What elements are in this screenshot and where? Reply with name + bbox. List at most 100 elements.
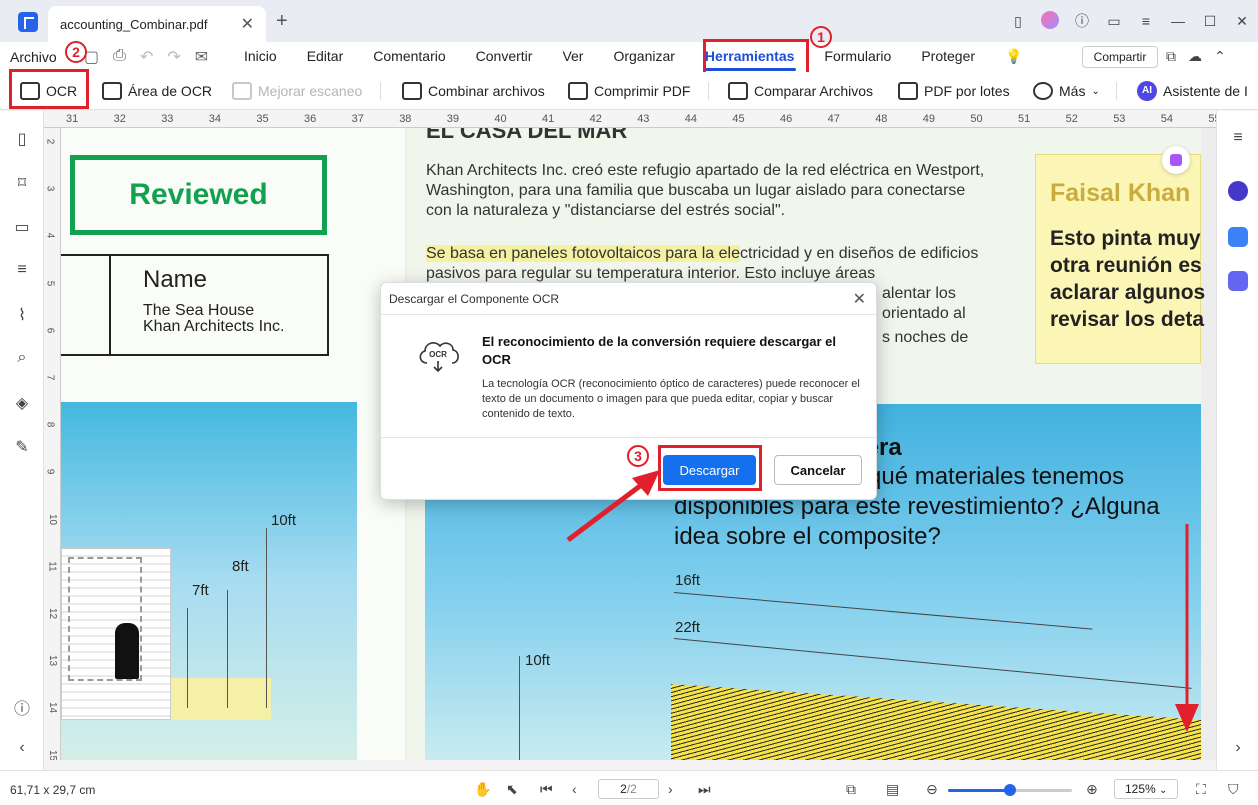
annotation-step3: 3 <box>627 445 649 467</box>
comment-icon[interactable]: ▭ <box>13 217 31 236</box>
chevron-down-icon: ⌄ <box>1091 85 1100 97</box>
zoom-level-select[interactable]: 125% ⌄ <box>1114 779 1178 799</box>
undo-icon[interactable]: ↶ <box>140 47 153 67</box>
stack-icon[interactable]: ◈ <box>13 393 31 412</box>
zoom-in-icon[interactable]: ⊕ <box>1086 781 1098 798</box>
ruler-mark: 15 <box>47 749 59 760</box>
menu-proteger[interactable]: Proteger <box>913 42 983 72</box>
minimize-icon[interactable]: — <box>1162 13 1194 29</box>
layers-list-icon[interactable]: ≡ <box>13 261 31 279</box>
checklist-icon[interactable] <box>1228 271 1248 291</box>
collapse-icon[interactable]: ⌃ <box>1214 48 1226 65</box>
cancel-button[interactable]: Cancelar <box>774 455 862 485</box>
menu-convertir[interactable]: Convertir <box>468 42 541 72</box>
collapse-left-icon[interactable]: ‹ <box>13 739 31 757</box>
ocr-icon-text: OCR <box>429 350 447 359</box>
dimension-22ft: 22ft <box>675 619 701 636</box>
annotation-step2: 2 <box>65 41 87 63</box>
share-button[interactable]: Compartir <box>1082 46 1158 68</box>
reviewed-stamp[interactable]: Reviewed <box>70 155 327 235</box>
ruler-mark: 53 <box>1113 113 1126 125</box>
help-circle-icon[interactable]: ⓘ <box>13 695 31 718</box>
redo-icon[interactable]: ↷ <box>167 47 180 67</box>
combine-files-button[interactable]: Combinar archivos <box>402 80 545 102</box>
ruler-mark: 14 <box>47 702 59 714</box>
bookmark-icon[interactable]: ⌑ <box>13 173 31 192</box>
print-icon[interactable]: ⎙ <box>113 47 126 67</box>
compare-files-button[interactable]: Comparar Archivos <box>728 80 873 102</box>
batch-pdf-button[interactable]: PDF por lotes <box>898 80 1010 102</box>
mail-icon[interactable]: ✉ <box>195 47 208 67</box>
page-layout-icon[interactable]: ▤ <box>886 781 899 798</box>
batch-label: PDF por lotes <box>924 83 1010 99</box>
close-window-icon[interactable]: ✕ <box>1226 13 1258 30</box>
hand-tool-icon[interactable]: ✋ <box>474 781 491 798</box>
menu-organizar[interactable]: Organizar <box>605 42 682 72</box>
lightbulb-icon[interactable]: 💡 <box>997 42 1030 72</box>
search-icon[interactable]: ⌕ <box>13 349 31 367</box>
compress-pdf-button[interactable]: Comprimir PDF <box>568 80 690 102</box>
translate-icon[interactable] <box>1228 227 1248 247</box>
ruler-mark: 40 <box>494 113 507 125</box>
ocr-area-button[interactable]: Área de OCR <box>102 80 212 102</box>
maximize-icon[interactable]: ☐ <box>1194 13 1226 30</box>
new-tab-icon[interactable]: + <box>276 10 288 33</box>
feedback-icon[interactable]: ▭ <box>1098 13 1130 30</box>
note-author: Faisal Khan <box>1050 179 1191 207</box>
first-page-icon[interactable]: ⏮ <box>540 781 553 798</box>
last-page-icon[interactable]: ⏭ <box>698 781 711 798</box>
highlighted-text[interactable]: Se basa en paneles fotovoltaicos para la… <box>426 245 740 262</box>
next-page-icon[interactable]: › <box>668 781 673 797</box>
zoom-slider-fill <box>948 789 1010 792</box>
more-icon <box>1033 82 1053 100</box>
user-avatar[interactable] <box>1034 10 1066 32</box>
menu-inicio[interactable]: Inicio <box>236 42 285 72</box>
page-number-field[interactable]: 2/2 <box>598 779 659 799</box>
zoom-slider[interactable] <box>948 784 1072 796</box>
collapse-right-icon[interactable]: › <box>1229 739 1247 757</box>
cloud-sync-icon[interactable]: ☁ <box>1188 48 1202 65</box>
device-icon[interactable]: ▯ <box>1002 13 1034 30</box>
fit-page-icon[interactable]: ⧉ <box>846 781 856 798</box>
network-icon[interactable]: ⧉ <box>1166 48 1176 65</box>
ai-robot-icon[interactable] <box>1228 181 1248 201</box>
menu-editar[interactable]: Editar <box>299 42 352 72</box>
more-button[interactable]: Más ⌄ <box>1033 80 1100 102</box>
menu-comentario[interactable]: Comentario <box>365 42 453 72</box>
attachment-icon[interactable]: ⌇ <box>13 305 31 324</box>
menu-file[interactable]: Archivo <box>10 49 57 65</box>
menu-icon[interactable]: ≡ <box>1130 13 1162 29</box>
ruler-mark: 8 <box>44 421 56 428</box>
fullscreen-icon[interactable]: ⛶ <box>1196 781 1206 798</box>
enhance-scan-button[interactable]: Mejorar escaneo <box>232 80 362 102</box>
floating-ai-button[interactable] <box>1162 146 1190 174</box>
paragraph-2[interactable]: Se basa en paneles fotovoltaicos para la… <box>426 244 986 284</box>
menu-formulario[interactable]: Formulario <box>816 42 899 72</box>
prev-page-icon[interactable]: ‹ <box>572 781 577 797</box>
paragraph-2-tail3: s noches de <box>882 329 969 346</box>
ruler-mark: 35 <box>256 113 269 125</box>
menu-ver[interactable]: Ver <box>554 42 591 72</box>
page-thumbnails-icon[interactable]: ▯ <box>13 129 31 148</box>
select-tool-icon[interactable]: ⬉ <box>506 781 518 798</box>
title-bar: accounting_Combinar.pdf ✕ + ▯ ⓘ ▭ ≡ — ☐ … <box>0 0 1258 42</box>
properties-icon[interactable]: ≡ <box>1229 129 1247 147</box>
compress-icon <box>568 82 588 100</box>
document-tab[interactable]: accounting_Combinar.pdf ✕ <box>48 6 266 42</box>
dialog-close-icon[interactable]: ✕ <box>853 289 866 309</box>
ruler-mark: 45 <box>732 113 745 125</box>
sticky-note[interactable]: Faisal Khan Esto pinta muy otra reunión … <box>1035 154 1205 364</box>
signature-icon[interactable]: ✎ <box>13 437 31 456</box>
ruler-mark: 47 <box>827 113 840 125</box>
ai-assistant-button[interactable]: AI Asistente de I <box>1137 80 1248 102</box>
app-logo-icon <box>18 12 38 32</box>
help-icon[interactable]: ⓘ <box>1066 11 1098 31</box>
paragraph-2-tail2: orientado al <box>882 305 966 322</box>
tab-close-icon[interactable]: ✕ <box>241 14 254 34</box>
zoom-slider-knob[interactable] <box>1004 784 1016 796</box>
read-mode-icon[interactable]: ⛉ <box>1228 781 1239 798</box>
ruler-mark: 10 <box>47 513 59 525</box>
status-bar: 61,71 x 29,7 cm ✋ ⬉ ⏮ ‹ 2/2 › ⏭ ⧉ ▤ ⊖ ⊕ … <box>0 770 1258 805</box>
paragraph-1[interactable]: Khan Architects Inc. creó este refugio a… <box>426 161 986 221</box>
zoom-out-icon[interactable]: ⊖ <box>926 781 938 798</box>
